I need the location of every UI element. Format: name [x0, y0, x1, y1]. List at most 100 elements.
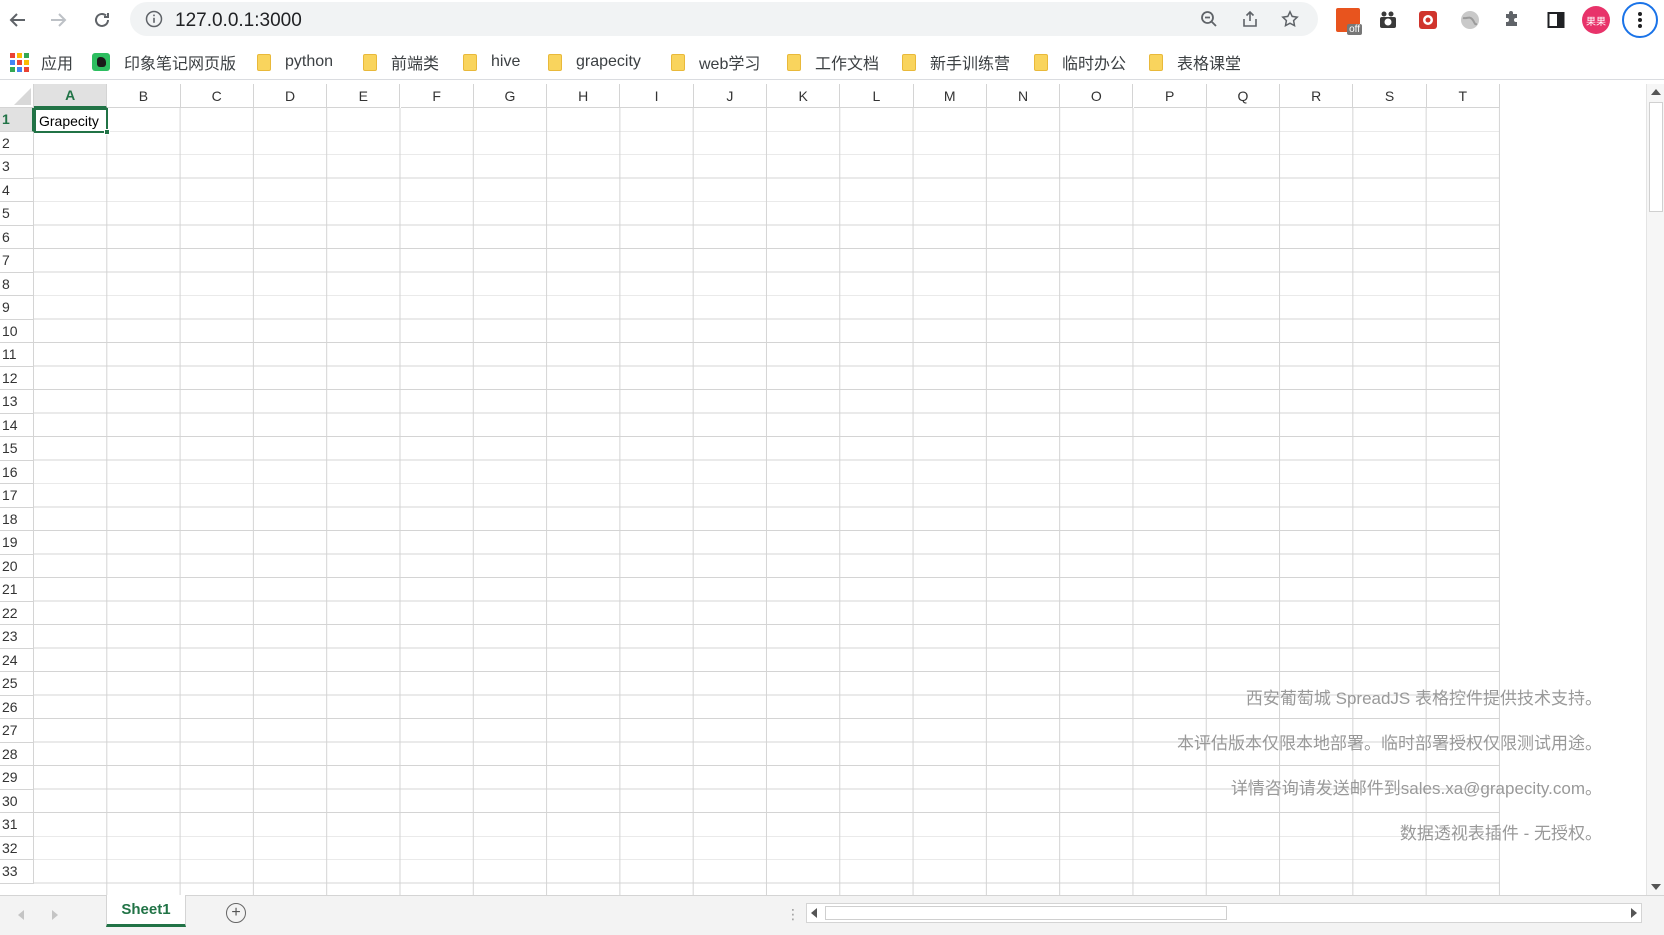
row-header[interactable]: 33 — [0, 860, 34, 884]
bookmark-folder-temp-office[interactable]: 临时办公 — [1034, 50, 1126, 74]
bookmark-folder-grapecity[interactable]: grapecity — [548, 50, 641, 74]
bookmark-folder-python[interactable]: python — [257, 50, 333, 74]
column-header[interactable]: S — [1353, 84, 1427, 108]
reload-button[interactable] — [88, 6, 116, 34]
tab-splitter-handle[interactable]: ⋮ — [786, 906, 800, 923]
row-header[interactable]: 32 — [0, 836, 34, 860]
bookmark-folder-frontend[interactable]: 前端类 — [363, 50, 439, 74]
column-header[interactable]: F — [400, 84, 474, 108]
row-header[interactable]: 28 — [0, 742, 34, 766]
row-header[interactable]: 21 — [0, 578, 34, 602]
row-header[interactable]: 13 — [0, 390, 34, 414]
row-header[interactable]: 1 — [0, 108, 34, 132]
row-header[interactable]: 15 — [0, 437, 34, 461]
row-header[interactable]: 30 — [0, 789, 34, 813]
column-header[interactable]: C — [180, 84, 254, 108]
column-header[interactable]: K — [767, 84, 841, 108]
bookmark-folder-work-docs[interactable]: 工作文档 — [787, 50, 879, 74]
spreadsheet[interactable]: ABCDEFGHIJKLMNOPQRST 1 2 3 4 5 6 7 8 9 10 11 12 13 14… — [0, 84, 1664, 895]
row-header[interactable]: 22 — [0, 601, 34, 625]
active-cell-a1[interactable]: Grapecity — [34, 108, 110, 135]
row-header[interactable]: 4 — [0, 178, 34, 202]
bookmark-star-icon[interactable] — [1280, 9, 1300, 29]
scroll-left-arrow-icon[interactable] — [811, 908, 817, 918]
column-header[interactable]: H — [547, 84, 621, 108]
back-button[interactable] — [4, 6, 32, 34]
info-icon[interactable] — [144, 9, 164, 29]
row-header[interactable]: 17 — [0, 484, 34, 508]
column-header[interactable]: R — [1280, 84, 1354, 108]
column-header[interactable]: T — [1426, 84, 1500, 108]
row-header[interactable]: 27 — [0, 719, 34, 743]
scroll-right-arrow-icon[interactable] — [1631, 908, 1637, 918]
red-extension-icon[interactable] — [1414, 6, 1442, 34]
scroll-down-arrow-icon[interactable] — [1651, 884, 1661, 890]
profile-avatar[interactable]: 果果 — [1582, 6, 1610, 34]
row-header[interactable]: 23 — [0, 625, 34, 649]
tab-scroll-right-icon[interactable] — [52, 910, 58, 920]
browser-menu-button[interactable] — [1622, 2, 1658, 38]
horizontal-scroll-thumb[interactable] — [825, 906, 1227, 920]
column-header[interactable]: A — [34, 84, 108, 108]
row-header[interactable]: 20 — [0, 554, 34, 578]
zoom-icon[interactable] — [1199, 9, 1219, 29]
vertical-scroll-thumb[interactable] — [1649, 102, 1663, 212]
bookmark-evernote[interactable]: 印象笔记网页版 — [92, 50, 236, 74]
column-header[interactable]: G — [473, 84, 548, 108]
column-header[interactable]: J — [693, 84, 767, 108]
row-header[interactable]: 12 — [0, 366, 34, 390]
extensions-puzzle-icon[interactable] — [1498, 6, 1526, 34]
address-bar[interactable]: 127.0.0.1:3000 — [130, 2, 1318, 36]
bookmark-folder-sheet-class[interactable]: 表格课堂 — [1149, 50, 1241, 74]
row-header[interactable]: 9 — [0, 296, 34, 320]
adblock-extension-icon[interactable]: off — [1334, 6, 1362, 35]
scroll-up-arrow-icon[interactable] — [1651, 89, 1661, 95]
row-header[interactable]: 31 — [0, 813, 34, 837]
column-header[interactable]: P — [1133, 84, 1207, 108]
row-header[interactable]: 5 — [0, 202, 34, 226]
fill-handle[interactable] — [104, 129, 110, 135]
row-header[interactable]: 18 — [0, 507, 34, 531]
vertical-scrollbar[interactable] — [1646, 84, 1664, 895]
column-header[interactable]: E — [327, 84, 401, 108]
bookmark-apps[interactable]: 应用 — [10, 50, 73, 74]
row-header[interactable]: 24 — [0, 648, 34, 672]
column-header[interactable]: O — [1060, 84, 1134, 108]
row-header[interactable]: 16 — [0, 460, 34, 484]
row-header[interactable]: 3 — [0, 155, 34, 179]
row-header[interactable]: 14 — [0, 413, 34, 437]
url-text[interactable]: 127.0.0.1:3000 — [175, 10, 302, 32]
row-header[interactable]: 29 — [0, 766, 34, 790]
column-header[interactable]: N — [986, 84, 1061, 108]
column-header[interactable]: M — [913, 84, 987, 108]
bookmark-folder-hive[interactable]: hive — [463, 50, 520, 74]
folder-icon — [902, 53, 916, 71]
bookmark-folder-bootcamp[interactable]: 新手训练营 — [902, 50, 1010, 74]
globe-extension-icon[interactable] — [1456, 6, 1484, 34]
row-header[interactable]: 6 — [0, 225, 34, 249]
row-header[interactable]: 11 — [0, 343, 34, 367]
horizontal-scrollbar[interactable] — [806, 903, 1642, 923]
column-header[interactable]: I — [620, 84, 694, 108]
side-panel-icon[interactable] — [1542, 6, 1570, 34]
column-header[interactable]: D — [253, 84, 328, 108]
tab-scroll-left-icon[interactable] — [18, 910, 24, 920]
row-header[interactable]: 19 — [0, 531, 34, 555]
row-header[interactable]: 7 — [0, 249, 34, 273]
add-sheet-button[interactable]: + — [226, 903, 246, 923]
sheet-tab-sheet1[interactable]: Sheet1 — [106, 895, 186, 927]
row-header[interactable]: 26 — [0, 695, 34, 719]
select-all-corner[interactable] — [0, 84, 34, 108]
bookmark-folder-web[interactable]: web学习 — [671, 50, 760, 74]
camera-extension-icon[interactable] — [1374, 6, 1402, 34]
column-header[interactable]: L — [840, 84, 914, 108]
row-header[interactable]: 10 — [0, 319, 34, 343]
column-header[interactable]: Q — [1206, 84, 1281, 108]
row-header[interactable]: 8 — [0, 272, 34, 296]
row-header[interactable]: 2 — [0, 131, 34, 155]
watermark-line-1: 西安葡萄城 SpreadJS 表格控件提供技术支持。 — [1245, 689, 1602, 708]
share-icon[interactable] — [1240, 9, 1260, 29]
row-header[interactable]: 25 — [0, 672, 34, 696]
column-header[interactable]: B — [107, 84, 181, 108]
forward-button[interactable] — [44, 6, 72, 34]
